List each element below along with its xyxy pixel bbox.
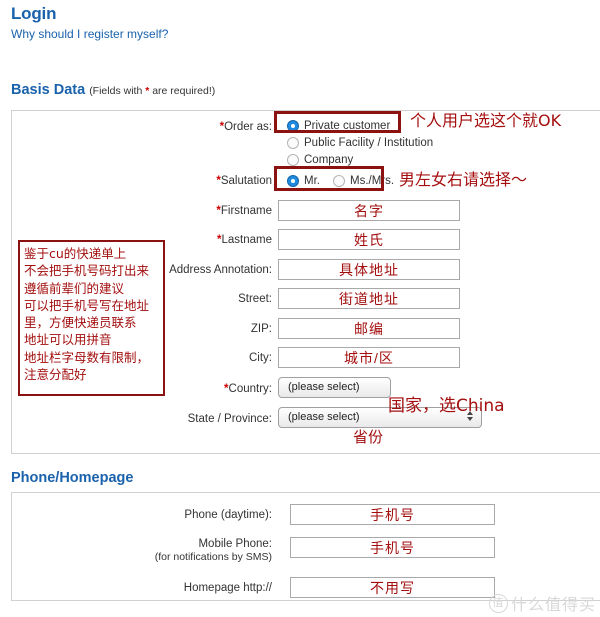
section-heading-phone-homepage: Phone/Homepage <box>11 470 133 486</box>
radio-icon-public-facility[interactable] <box>287 136 299 149</box>
input-street[interactable] <box>278 288 460 309</box>
radio-icon-ms-mrs[interactable] <box>333 174 345 187</box>
login-block: Login Why should I register myself? <box>11 4 168 42</box>
input-city[interactable] <box>278 347 460 368</box>
radio-label-public-facility: Public Facility / Institution <box>304 136 434 149</box>
radio-option-private-customer[interactable]: Private customer <box>287 117 390 134</box>
input-address-annotation[interactable] <box>278 259 460 280</box>
watermark-logo-icon: 值 <box>488 593 508 613</box>
label-salutation: *Salutation <box>216 175 272 187</box>
annotation-note-line: 鉴于cu的快递单上 <box>24 246 127 261</box>
input-phone-daytime[interactable] <box>290 504 495 525</box>
section-heading-basis-data: Basis Data (Fields with * are required!) <box>11 82 215 98</box>
annotation-note-line: 遵循前辈们的建议 <box>24 280 125 296</box>
phone-homepage-panel: Phone (daytime): Mobile Phone: (for noti… <box>11 492 600 601</box>
radio-label-private-customer: Private customer <box>304 119 391 132</box>
radio-label-ms-mrs: Ms./Mrs. <box>350 174 395 187</box>
radio-label-mr: Mr. <box>304 174 320 187</box>
annotation-state: 省份 <box>353 428 384 446</box>
login-title[interactable]: Login <box>11 4 168 24</box>
input-firstname[interactable] <box>278 200 460 221</box>
label-state-province: State / Province: <box>187 413 272 425</box>
input-homepage[interactable] <box>290 577 495 598</box>
register-help-link[interactable]: Why should I register myself? <box>11 26 168 42</box>
label-mobile-phone: Mobile Phone: (for notifications by SMS) <box>72 537 272 564</box>
annotation-country: 国家，选China <box>388 396 505 416</box>
radio-label-company: Company <box>304 153 354 166</box>
select-country[interactable]: (please select) <box>278 377 391 398</box>
label-phone-daytime: Phone (daytime): <box>184 509 272 521</box>
radio-option-mr[interactable]: Mr. <box>287 172 320 189</box>
annotation-note-line: 地址可以用拼音 <box>24 332 112 348</box>
radio-option-ms-mrs[interactable]: Ms./Mrs. <box>333 172 394 189</box>
input-zip[interactable] <box>278 318 460 339</box>
annotation-note-line: 里，方便快递员联系 <box>24 315 137 331</box>
label-homepage: Homepage http:// <box>183 582 272 594</box>
annotation-note-line: 不会把手机号码打出来 <box>24 263 150 279</box>
select-country-value: (please select) <box>288 381 360 393</box>
label-mobile-phone-sub: (for notifications by SMS) <box>154 551 272 563</box>
annotation-note-line: 注意分配好 <box>24 367 87 383</box>
annotation-salutation: 男左女右请选择～ <box>399 170 528 189</box>
radio-option-public-facility[interactable]: Public Facility / Institution <box>287 134 433 151</box>
radio-icon-mr[interactable] <box>287 174 299 187</box>
input-mobile-phone[interactable] <box>290 537 495 558</box>
annotation-note-line: 可以把手机号写在地址 <box>24 297 150 313</box>
section-title-basis-data: Basis Data <box>11 82 86 98</box>
section-title-phone-homepage: Phone/Homepage <box>11 470 134 486</box>
label-firstname: *Firstname <box>216 205 272 217</box>
radio-icon-private-customer[interactable] <box>287 119 299 132</box>
annotation-note-line: 地址栏字母数有限制， <box>24 349 150 365</box>
label-order-as: *Order as: <box>219 121 272 133</box>
watermark-text: 什么值得买 <box>510 595 596 614</box>
watermark: 值 什么值得买 <box>488 591 596 615</box>
select-state-value: (please select) <box>288 411 360 423</box>
radio-icon-company[interactable] <box>287 153 299 166</box>
radio-option-company[interactable]: Company <box>287 151 353 168</box>
input-lastname[interactable] <box>278 229 460 250</box>
required-fields-hint: (Fields with * are required!) <box>89 85 216 97</box>
annotation-note-box: 鉴于cu的快递单上 不会把手机号码打出来 遵循前辈们的建议 可以把手机号写在地址… <box>18 240 165 396</box>
annotation-order-as: 个人用户选这个就OK <box>410 111 562 130</box>
